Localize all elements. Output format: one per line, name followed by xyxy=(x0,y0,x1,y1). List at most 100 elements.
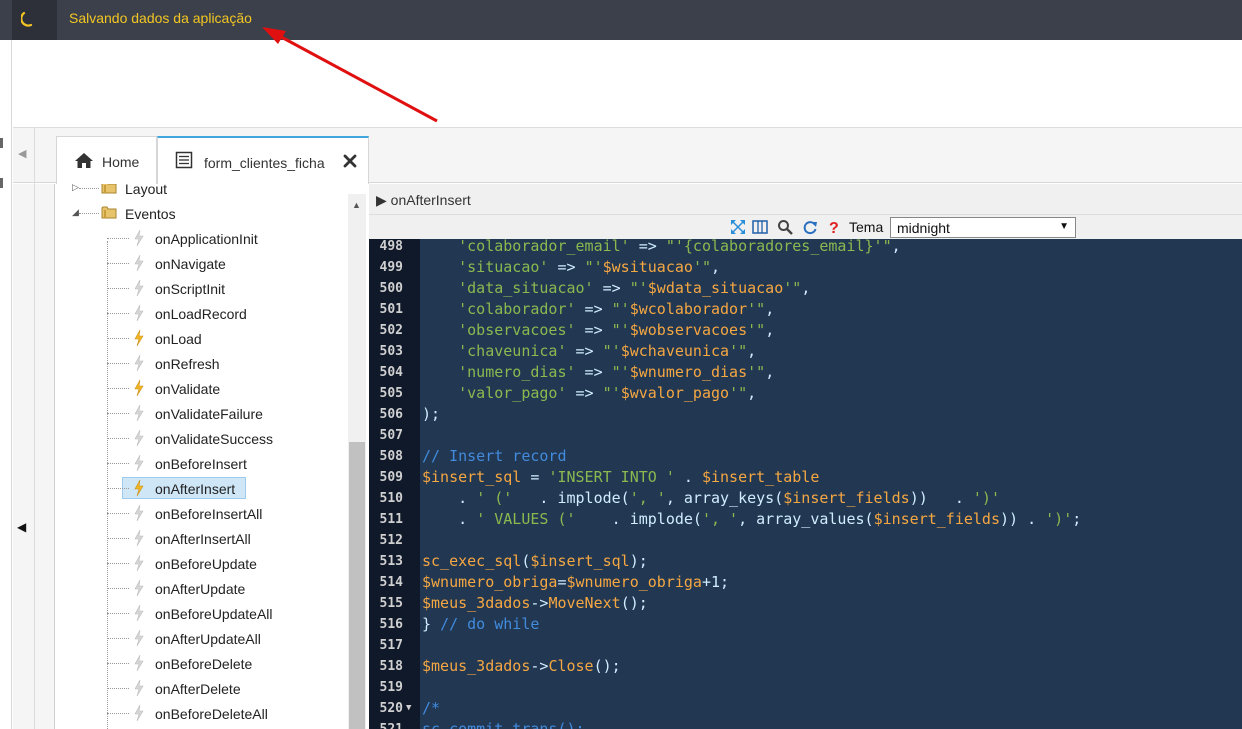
tree-event-label: onAfterUpdateAll xyxy=(155,631,261,647)
tree-event-onbeforeupdateall[interactable]: onBeforeUpdateAll xyxy=(55,601,347,626)
event-bolt-icon xyxy=(133,479,145,497)
tree-event-onvalidatefailure[interactable]: onValidateFailure xyxy=(55,401,347,426)
code-line[interactable]: 498 'colaborador_email' => "'{colaborado… xyxy=(369,239,1242,257)
code-line[interactable]: 514 $wnumero_obriga=$wnumero_obriga+1; xyxy=(369,572,1242,593)
tree-event-onbeforeinsertall[interactable]: onBeforeInsertAll xyxy=(55,501,347,526)
tree-event-onnavigate[interactable]: onNavigate xyxy=(55,251,347,276)
tree-event-label: onBeforeUpdateAll xyxy=(155,606,273,622)
tree-scrollbar[interactable]: ▲ xyxy=(348,194,366,729)
code-line[interactable]: 519 xyxy=(369,677,1242,698)
tree-event-onscriptinit[interactable]: onScriptInit xyxy=(55,276,347,301)
code-text: sc_commit_trans(); xyxy=(422,720,585,729)
tree-event-onbeforeupdate[interactable]: onBeforeUpdate xyxy=(55,551,347,576)
code-text: $meus_3dados->MoveNext(); xyxy=(422,594,648,612)
event-bolt-icon xyxy=(133,529,145,547)
line-number: 521 xyxy=(369,719,403,729)
code-line[interactable]: 510 . ' (' . implode(', ', array_keys($i… xyxy=(369,488,1242,509)
tree-event-onafterupdate[interactable]: onAfterUpdate xyxy=(55,576,347,601)
tree-event-onloadrecord[interactable]: onLoadRecord xyxy=(55,301,347,326)
code-line[interactable]: 501 'colaborador' => "'$wcolaborador'", xyxy=(369,299,1242,320)
event-bolt-icon xyxy=(133,379,145,397)
refresh-icon[interactable] xyxy=(802,219,818,235)
editor-toolbar: ? Tema midnight ▼ xyxy=(369,215,1242,239)
code-line[interactable]: 511 . ' VALUES (' . implode(', ', array_… xyxy=(369,509,1242,530)
code-text: 'colaborador_email' => "'{colaboradores_… xyxy=(458,239,901,255)
theme-select[interactable]: midnight ▼ xyxy=(890,217,1076,238)
code-line[interactable]: 517 xyxy=(369,635,1242,656)
line-number: 498 xyxy=(379,239,403,254)
tree-event-onafterinsertall[interactable]: onAfterInsertAll xyxy=(55,526,347,551)
code-line[interactable]: 508 // Insert record xyxy=(369,446,1242,467)
line-number: 505 xyxy=(379,386,403,401)
form-doc-icon xyxy=(175,151,193,169)
code-line[interactable]: 520 ▼ /* xyxy=(369,698,1242,719)
tree-event-onvalidate[interactable]: onValidate xyxy=(55,376,347,401)
tab-label: Home xyxy=(102,154,140,170)
tab-form-clientes-ficha[interactable]: form_clientes_ficha xyxy=(157,136,369,184)
code-line[interactable]: 503 'chaveunica' => "'$wchaveunica'", xyxy=(369,341,1242,362)
scrollbar-thumb[interactable] xyxy=(349,442,365,729)
code-line[interactable]: 512 xyxy=(369,530,1242,551)
loading-spinner xyxy=(12,0,57,40)
event-bolt-icon xyxy=(133,279,145,297)
event-bolt-icon xyxy=(133,504,145,522)
line-number: 519 xyxy=(379,680,403,695)
line-number: 520 xyxy=(379,701,403,716)
fold-toggle-icon[interactable]: ▼ xyxy=(406,698,411,719)
tree-event-onload[interactable]: onLoad xyxy=(55,326,347,351)
code-line[interactable]: 505 'valor_pago' => "'$wvalor_pago'", xyxy=(369,383,1242,404)
sidebar-collapse-button[interactable]: ◀ xyxy=(13,184,35,729)
help-icon[interactable]: ? xyxy=(826,219,842,235)
tree-event-onafterupdateall[interactable]: onAfterUpdateAll xyxy=(55,626,347,651)
event-bolt-icon xyxy=(133,229,145,247)
event-tree: ▷ Layout ◢ Eventos onApplicationInit onNaviga… xyxy=(54,184,368,729)
tree-event-label: onAfterUpdate xyxy=(155,581,246,597)
expand-icon[interactable]: ▷ xyxy=(72,184,79,193)
tree-folder-layout[interactable]: ▷ Layout xyxy=(55,184,347,201)
search-icon[interactable] xyxy=(777,219,793,235)
tree-event-onvalidatesuccess[interactable]: onValidateSuccess xyxy=(55,426,347,451)
tree-event-onafterinsert[interactable]: onAfterInsert xyxy=(55,476,347,501)
line-number: 502 xyxy=(379,323,403,338)
tree-event-onbeforedelete[interactable]: onBeforeDelete xyxy=(55,651,347,676)
code-line[interactable]: 518 $meus_3dados->Close(); xyxy=(369,656,1242,677)
event-bolt-icon xyxy=(133,604,145,622)
code-line[interactable]: 507 xyxy=(369,425,1242,446)
code-line[interactable]: 515 $meus_3dados->MoveNext(); xyxy=(369,593,1242,614)
code-line[interactable]: 500 'data_situacao' => "'$wdata_situacao… xyxy=(369,278,1242,299)
line-number: 501 xyxy=(379,302,403,317)
tab-home[interactable]: Home xyxy=(56,136,157,184)
code-line[interactable]: 516} // do while xyxy=(369,614,1242,635)
line-number: 517 xyxy=(379,638,403,653)
scroll-up-arrow[interactable]: ▲ xyxy=(352,200,361,210)
code-text: 'chaveunica' => "'$wchaveunica'", xyxy=(458,342,757,360)
code-line[interactable]: 499 'situacao' => "'$wsituacao'", xyxy=(369,257,1242,278)
tree-folder-eventos[interactable]: ◢ Eventos xyxy=(55,201,347,226)
close-icon[interactable] xyxy=(343,154,357,168)
columns-icon[interactable] xyxy=(752,219,768,235)
line-number: 513 xyxy=(379,554,403,569)
code-text: // Insert record xyxy=(422,447,567,465)
code-line[interactable]: 521 sc_commit_trans(); xyxy=(369,719,1242,729)
tree-event-onafterdelete[interactable]: onAfterDelete xyxy=(55,676,347,701)
code-text: $insert_sql = 'INSERT INTO ' . $insert_t… xyxy=(422,468,820,486)
tab-scroll-left-button[interactable]: ◀ xyxy=(13,128,35,184)
code-editor[interactable]: 498 'colaborador_email' => "'{colaborado… xyxy=(369,239,1242,729)
code-text: . ' VALUES (' . implode(', ', array_valu… xyxy=(422,510,1082,528)
code-text: $wnumero_obriga=$wnumero_obriga+1; xyxy=(422,573,730,591)
code-line[interactable]: 506); xyxy=(369,404,1242,425)
tree-event-onapplicationinit[interactable]: onApplicationInit xyxy=(55,226,347,251)
event-bolt-icon xyxy=(133,404,145,422)
event-bolt-icon xyxy=(133,554,145,572)
code-line[interactable]: 509 $insert_sql = 'INSERT INTO ' . $inser… xyxy=(369,467,1242,488)
code-line[interactable]: 502 'observacoes' => "'$wobservacoes'", xyxy=(369,320,1242,341)
fullscreen-icon[interactable] xyxy=(730,219,746,235)
collapse-icon[interactable]: ◢ xyxy=(72,207,79,218)
tree-event-onrefresh[interactable]: onRefresh xyxy=(55,351,347,376)
tree-event-onbeforeinsert[interactable]: onBeforeInsert xyxy=(55,451,347,476)
code-line[interactable]: 513 sc_exec_sql($insert_sql); xyxy=(369,551,1242,572)
left-edge-strip xyxy=(0,40,12,729)
code-text: 'valor_pago' => "'$wvalor_pago'", xyxy=(458,384,757,402)
tree-event-onbeforedeleteall[interactable]: onBeforeDeleteAll xyxy=(55,701,347,726)
code-line[interactable]: 504 'numero_dias' => "'$wnumero_dias'", xyxy=(369,362,1242,383)
